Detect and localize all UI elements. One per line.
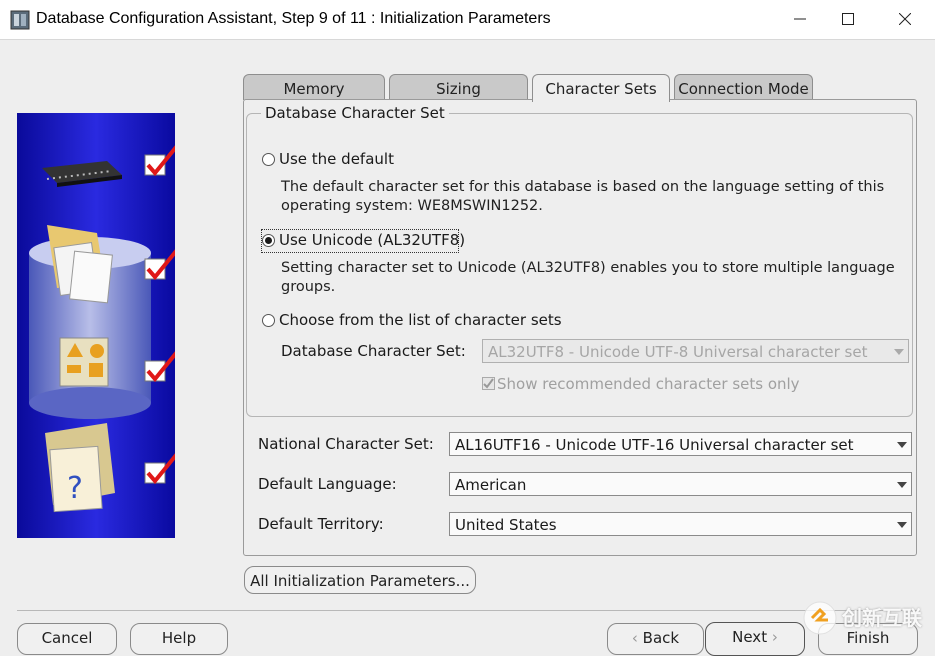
radio-choose-from-list[interactable] <box>262 314 275 327</box>
default-territory-combo[interactable]: United States <box>449 512 912 536</box>
logo-icon <box>803 601 837 635</box>
tab-sizing[interactable]: Sizing <box>389 74 528 100</box>
db-charset-combo[interactable]: AL32UTF8 - Unicode UTF-8 Universal chara… <box>482 339 909 363</box>
chevron-down-icon <box>897 482 907 488</box>
use-default-label: Use the default <box>279 150 394 168</box>
chevron-down-icon <box>894 349 904 355</box>
cancel-button[interactable]: Cancel <box>17 623 117 655</box>
use-unicode-label: Use Unicode (AL32UTF8) <box>279 231 466 249</box>
watermark-logo: 创新互联 <box>798 596 935 643</box>
minimize-icon <box>794 18 806 20</box>
default-language-combo[interactable]: American <box>449 472 912 496</box>
tab-character-sets[interactable]: Character Sets <box>532 74 670 102</box>
window-title: Database Configuration Assistant, Step 9… <box>36 10 551 27</box>
all-initialization-parameters-button[interactable]: All Initialization Parameters... <box>244 566 476 594</box>
radio-use-default[interactable] <box>262 153 275 166</box>
tab-connection-mode[interactable]: Connection Mode <box>674 74 813 100</box>
use-unicode-desc-line2: groups. <box>281 279 336 295</box>
national-charset-combo[interactable]: AL16UTF16 - Unicode UTF-16 Universal cha… <box>449 432 912 456</box>
close-icon <box>899 13 911 25</box>
use-unicode-desc-line1: Setting character set to Unicode (AL32UT… <box>281 260 895 276</box>
maximize-icon <box>842 13 854 25</box>
back-button[interactable]: ‹ Back <box>607 623 704 655</box>
default-language-value: American <box>455 476 527 494</box>
next-button[interactable]: Next › <box>705 622 805 656</box>
watermark-text: 创新互联 <box>842 606 922 630</box>
divider <box>17 610 917 611</box>
app-icon <box>10 10 30 30</box>
radio-use-unicode[interactable] <box>262 234 275 247</box>
minimize-button[interactable] <box>777 0 823 39</box>
title-bar: Database Configuration Assistant, Step 9… <box>0 0 935 40</box>
svg-text:?: ? <box>67 471 83 506</box>
chevron-left-icon: ‹ <box>631 629 643 647</box>
next-label: Next <box>732 628 768 646</box>
group-title: Database Character Set <box>261 104 449 122</box>
national-charset-label: National Character Set: <box>258 435 434 453</box>
wizard-illustration: ? <box>17 113 175 538</box>
shapes-icon <box>59 337 109 387</box>
db-charset-value: AL32UTF8 - Unicode UTF-8 Universal chara… <box>488 343 868 361</box>
help-button[interactable]: Help <box>130 623 228 655</box>
use-default-desc-line2: operating system: WE8MSWIN1252. <box>281 198 543 214</box>
close-button[interactable] <box>882 0 928 39</box>
default-territory-value: United States <box>455 516 557 534</box>
choose-from-list-label: Choose from the list of character sets <box>279 311 562 329</box>
chevron-down-icon <box>897 522 907 528</box>
default-territory-label: Default Territory: <box>258 515 384 533</box>
checkmark-icon <box>483 378 494 389</box>
tab-memory[interactable]: Memory <box>243 74 385 100</box>
chevron-right-icon: › <box>767 628 778 646</box>
chevron-down-icon <box>897 442 907 448</box>
default-language-label: Default Language: <box>258 475 397 493</box>
show-recommended-checkbox[interactable] <box>482 377 495 390</box>
use-default-desc-line1: The default character set for this datab… <box>281 179 885 195</box>
maximize-button[interactable] <box>825 0 871 39</box>
national-charset-value: AL16UTF16 - Unicode UTF-16 Universal cha… <box>455 436 854 454</box>
db-charset-label: Database Character Set: <box>281 342 466 360</box>
back-label: Back <box>642 629 680 647</box>
show-recommended-label: Show recommended character sets only <box>497 375 800 393</box>
